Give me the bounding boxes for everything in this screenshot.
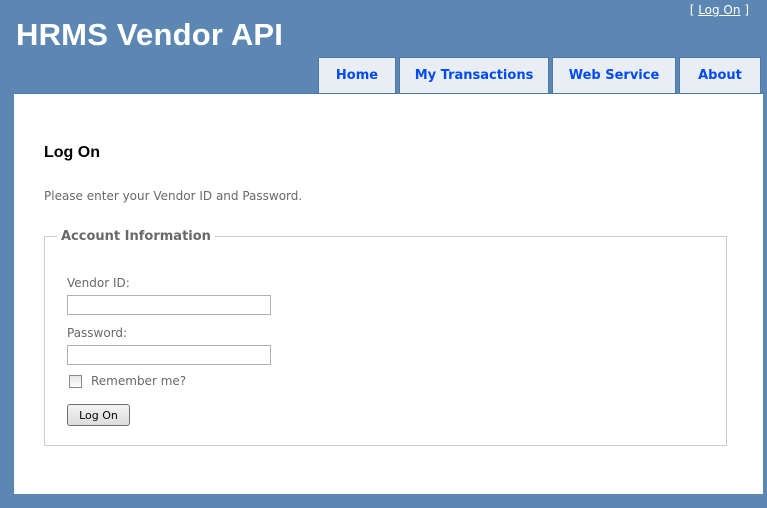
menu-item-my-transactions[interactable]: My Transactions bbox=[399, 57, 549, 93]
account-information-fieldset: Account Information Vendor ID: Password:… bbox=[44, 229, 727, 446]
login-bracket-open: [ bbox=[689, 3, 699, 17]
password-input[interactable] bbox=[67, 345, 271, 365]
login-bracket-close: ] bbox=[740, 3, 749, 17]
main-content: Log On Please enter your Vendor ID and P… bbox=[14, 93, 763, 494]
login-display: [ Log On ] bbox=[690, 3, 749, 17]
remember-me-row: Remember me? bbox=[69, 374, 186, 388]
remember-me-checkbox[interactable] bbox=[69, 374, 82, 388]
page: HRMS Vendor API [ Log On ] Home My Trans… bbox=[0, 0, 767, 508]
vendor-id-input[interactable] bbox=[67, 295, 271, 315]
menu-item-web-service[interactable]: Web Service bbox=[552, 57, 676, 93]
menu-item-home[interactable]: Home bbox=[318, 57, 396, 93]
password-label: Password: bbox=[67, 326, 128, 340]
vendor-id-label: Vendor ID: bbox=[67, 276, 130, 290]
log-on-link[interactable]: Log On bbox=[698, 3, 740, 17]
fieldset-legend: Account Information bbox=[61, 229, 211, 244]
log-on-button[interactable]: Log On bbox=[67, 404, 130, 426]
remember-me-label: Remember me? bbox=[91, 374, 187, 388]
menu-item-about[interactable]: About bbox=[679, 57, 761, 93]
site-title: HRMS Vendor API bbox=[16, 17, 284, 52]
intro-text: Please enter your Vendor ID and Password… bbox=[44, 189, 303, 203]
main-menu: Home My Transactions Web Service About bbox=[318, 57, 761, 93]
page-heading: Log On bbox=[44, 144, 100, 161]
